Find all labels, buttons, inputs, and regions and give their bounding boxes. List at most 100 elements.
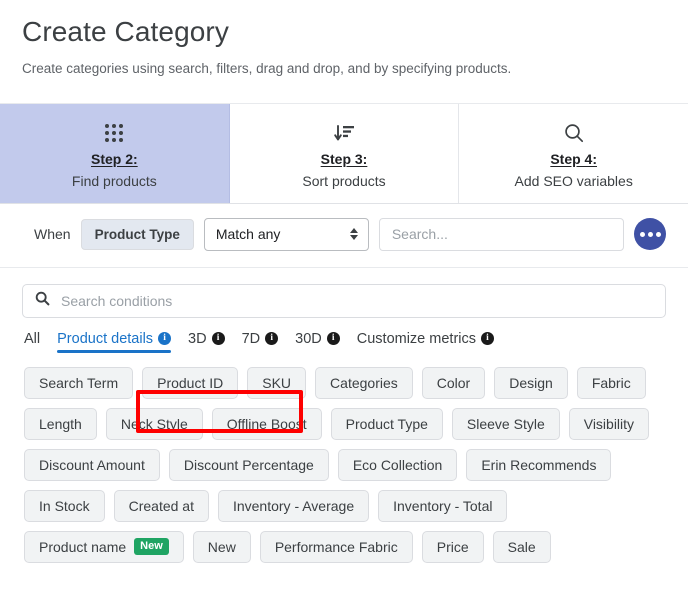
step-tab-sort-products[interactable]: Step 3: Sort products xyxy=(229,103,460,203)
condition-chip-label: Created at xyxy=(128,497,194,514)
new-badge: New xyxy=(134,538,169,556)
condition-chip-label: New xyxy=(207,538,236,555)
info-icon[interactable]: i xyxy=(481,332,494,346)
condition-chip-label: Product ID xyxy=(157,374,224,391)
condition-chip-label: Discount Percentage xyxy=(183,456,314,473)
conditions-panel: All Product details i 3D i 7D i 30D i Cu… xyxy=(0,268,688,563)
condition-chip[interactable]: Inventory - Average xyxy=(217,489,370,522)
condition-chip[interactable]: In Stock xyxy=(24,489,105,522)
condition-chip[interactable]: Fabric xyxy=(576,366,646,399)
tab-product-details[interactable]: Product details i xyxy=(57,330,172,353)
condition-chip[interactable]: Categories xyxy=(315,366,413,399)
condition-chip-label: Product Type xyxy=(345,415,428,432)
tab-7d[interactable]: 7D i xyxy=(242,331,279,353)
info-icon[interactable]: i xyxy=(158,332,172,346)
tab-3d[interactable]: 3D i xyxy=(188,331,225,353)
condition-chip-label: In Stock xyxy=(39,497,90,514)
condition-chip[interactable]: Inventory - Total xyxy=(378,489,508,522)
step-tab-find-products[interactable]: Step 2: Find products xyxy=(0,103,230,203)
page-subtitle: Create categories using search, filters,… xyxy=(22,61,512,77)
condition-chip-label: Price xyxy=(436,538,469,555)
search-icon xyxy=(563,120,585,146)
match-mode-select[interactable]: Match any xyxy=(203,217,369,251)
condition-chip-label: Discount Amount xyxy=(39,456,145,473)
condition-chip-label: Neck Style xyxy=(120,415,188,432)
condition-chip[interactable]: Offline Boost xyxy=(211,407,322,440)
info-icon[interactable]: i xyxy=(211,332,225,346)
condition-chip[interactable]: Search Term xyxy=(24,366,134,399)
page-header: Create Category Create categories using … xyxy=(0,0,688,78)
step-tab-add-seo-variables[interactable]: Step 4: Add SEO variables xyxy=(459,103,688,203)
condition-chip-label: Eco Collection xyxy=(352,456,443,473)
match-mode-value: Match any xyxy=(215,226,281,243)
condition-chip[interactable]: Visibility xyxy=(568,407,650,440)
tab-label: 7D xyxy=(241,330,261,347)
tab-30d[interactable]: 30D i xyxy=(295,331,340,353)
condition-chip-label: Offline Boost xyxy=(226,415,307,432)
step-number-label: Step 4: xyxy=(550,150,598,167)
condition-chip-label: Fabric xyxy=(591,374,631,391)
condition-chip-label: Product name xyxy=(39,538,127,555)
condition-chip[interactable]: Design xyxy=(494,366,568,399)
when-label: When xyxy=(34,226,71,243)
condition-chip[interactable]: Product Type xyxy=(330,407,443,440)
step-description: Add SEO variables xyxy=(514,172,633,189)
condition-chip[interactable]: Color xyxy=(421,366,486,399)
condition-chip-label: Inventory - Average xyxy=(232,497,355,514)
condition-chip-label: Length xyxy=(39,415,82,432)
condition-chip[interactable]: Performance Fabric xyxy=(259,530,413,563)
conditions-search-box[interactable] xyxy=(22,283,666,318)
tab-label: All xyxy=(24,330,41,347)
step-description: Sort products xyxy=(302,172,386,189)
step-number-label: Step 3: xyxy=(320,150,368,167)
filter-field-chip[interactable]: Product Type xyxy=(80,218,194,250)
filter-row: When Product Type Match any xyxy=(0,204,688,267)
more-options-button[interactable] xyxy=(634,218,666,251)
tab-all[interactable]: All xyxy=(24,331,40,353)
condition-chip-label: Sleeve Style xyxy=(466,415,545,432)
condition-chip[interactable]: SKU xyxy=(247,366,307,399)
filter-search-input[interactable] xyxy=(378,217,624,251)
condition-chip[interactable]: Product ID xyxy=(142,366,239,399)
condition-chip[interactable]: Discount Amount xyxy=(24,448,160,481)
condition-chip-label: Sale xyxy=(507,538,536,555)
condition-chip[interactable]: Eco Collection xyxy=(337,448,458,481)
condition-chip[interactable]: Sale xyxy=(492,530,551,563)
sort-descending-icon xyxy=(333,120,355,146)
condition-chip[interactable]: Neck Style xyxy=(105,407,203,440)
stepper-arrows-icon xyxy=(349,228,358,241)
condition-chip[interactable]: Price xyxy=(421,530,484,563)
condition-chip-label: Search Term xyxy=(39,374,119,391)
page-title: Create Category xyxy=(22,16,229,47)
condition-chip[interactable]: Erin Recommends xyxy=(466,448,612,481)
conditions-search-input[interactable] xyxy=(59,291,653,310)
tab-customize-metrics[interactable]: Customize metrics i xyxy=(357,331,494,353)
condition-chip[interactable]: Discount Percentage xyxy=(168,448,329,481)
condition-chip[interactable]: New xyxy=(192,530,251,563)
step-number-label: Step 2: xyxy=(90,150,138,167)
tab-label: 3D xyxy=(188,330,207,347)
step-description: Find products xyxy=(71,172,157,189)
condition-chip-label: SKU xyxy=(262,374,292,391)
condition-chip-label: Performance Fabric xyxy=(274,538,398,555)
tab-label: Customize metrics xyxy=(356,330,476,347)
condition-chip[interactable]: Length xyxy=(24,407,97,440)
tab-label: 30D xyxy=(295,330,322,347)
condition-chip-label: Visibility xyxy=(583,415,635,432)
condition-chip[interactable]: Sleeve Style xyxy=(451,407,560,440)
condition-chip-label: Design xyxy=(509,374,553,391)
condition-chip-label: Inventory - Total xyxy=(393,497,493,514)
condition-chip[interactable]: Created at xyxy=(113,489,209,522)
info-icon[interactable]: i xyxy=(265,332,279,346)
dot-grid-icon xyxy=(105,120,124,146)
condition-chip[interactable]: Product name New xyxy=(24,530,184,563)
condition-chip-label: Categories xyxy=(330,374,398,391)
condition-chip-label: Erin Recommends xyxy=(481,456,597,473)
tab-label: Product details xyxy=(57,330,154,347)
step-tabs: Step 2: Find products Step 3: Sort produ… xyxy=(0,103,688,204)
info-icon[interactable]: i xyxy=(326,332,340,346)
metric-tabs: All Product details i 3D i 7D i 30D i Cu… xyxy=(22,331,666,353)
condition-chip-label: Color xyxy=(436,374,471,391)
create-category-page: Create Category Create categories using … xyxy=(0,0,688,597)
search-icon xyxy=(35,291,59,311)
